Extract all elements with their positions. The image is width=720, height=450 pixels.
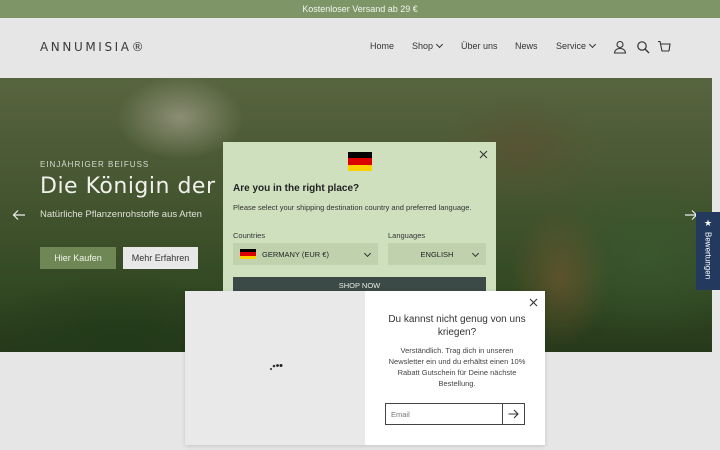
germany-flag-icon — [240, 248, 256, 260]
learn-more-button[interactable]: Mehr Erfahren — [123, 247, 198, 269]
language-select[interactable]: ENGLISH — [388, 243, 486, 265]
countries-label: Countries — [233, 231, 266, 240]
reviews-tab-label: Bewertungen — [703, 232, 713, 280]
country-select[interactable]: GERMANY (EUR €) — [233, 243, 378, 265]
hero-eyebrow: EINJÄHRIGER BEIFUSS — [40, 160, 150, 169]
close-icon[interactable] — [479, 150, 488, 159]
newsletter-title: Du kannst nicht genug von uns kriegen? — [388, 314, 526, 338]
email-input[interactable] — [385, 403, 503, 425]
loading-spinner-icon — [269, 364, 283, 371]
nav-about[interactable]: Über uns — [461, 41, 498, 51]
star-icon: ★ — [703, 218, 713, 228]
chevron-down-icon — [588, 40, 597, 49]
search-icon[interactable] — [636, 40, 650, 54]
chevron-down-icon — [363, 249, 372, 258]
arrow-left-icon[interactable] — [12, 208, 26, 222]
hero-title: Die Königin der P — [40, 174, 237, 199]
nav-news-label: News — [515, 41, 538, 51]
hero-subtitle: Natürliche Pflanzenrohstoffe aus Arten — [40, 209, 202, 220]
nav-home[interactable]: Home — [370, 41, 394, 51]
reviews-tab[interactable]: ★ Bewertungen — [696, 212, 720, 290]
country-modal-description: Please select your shipping destination … — [233, 203, 472, 212]
country-selector-modal: Are you in the right place? Please selec… — [223, 142, 496, 294]
chevron-down-icon — [435, 40, 444, 49]
arrow-right-icon — [508, 409, 519, 419]
account-icon[interactable] — [613, 40, 627, 54]
newsletter-body: Verständlich. Trag dich in unseren Newsl… — [388, 346, 526, 388]
country-select-value: GERMANY (EUR €) — [262, 249, 329, 259]
nav-about-label: Über uns — [461, 41, 498, 51]
chevron-down-icon — [471, 249, 480, 258]
languages-label: Languages — [388, 231, 426, 240]
nav-service-label: Service — [556, 41, 587, 51]
announcement-text: Kostenloser Versand ab 29 € — [302, 4, 418, 14]
site-logo[interactable]: ANNUMISIA® — [40, 40, 146, 54]
language-select-value: ENGLISH — [420, 249, 454, 259]
country-modal-title: Are you in the right place? — [233, 183, 360, 194]
newsletter-image-area — [185, 291, 365, 445]
announcement-bar: Kostenloser Versand ab 29 € — [0, 0, 720, 18]
nav-service[interactable]: Service — [556, 40, 597, 51]
nav-home-label: Home — [370, 41, 395, 51]
germany-flag-icon — [348, 152, 372, 171]
close-icon[interactable] — [529, 298, 538, 307]
cart-icon[interactable] — [657, 40, 671, 54]
buy-now-button[interactable]: Hier Kaufen — [40, 247, 116, 269]
nav-shop-label: Shop — [412, 41, 434, 51]
newsletter-submit-button[interactable] — [502, 403, 525, 425]
nav-news[interactable]: News — [515, 41, 538, 51]
nav-shop[interactable]: Shop — [412, 40, 444, 51]
newsletter-modal: Du kannst nicht genug von uns kriegen? V… — [185, 291, 545, 445]
site-header: ANNUMISIA® Home Shop Über uns News Servi… — [0, 18, 720, 78]
